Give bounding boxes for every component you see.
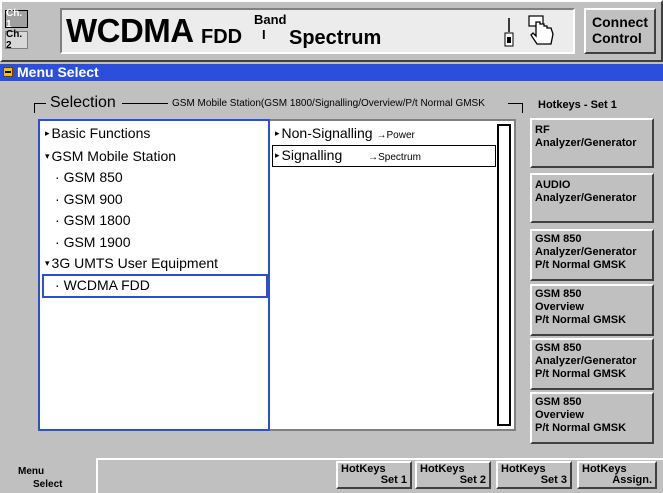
arrow-right-icon: → — [376, 130, 387, 141]
tree-item-label: GSM 1800 — [63, 212, 131, 228]
expanded-arrow-icon: ▾ — [45, 151, 50, 161]
hotkey-rf-analyzer-generator[interactable]: RF Analyzer/Generator — [530, 118, 654, 168]
hotkey-gsm850-overview[interactable]: GSM 850 Overview P/t Normal GMSK — [530, 284, 654, 336]
hotkey-audio-analyzer-generator[interactable]: AUDIO Analyzer/Generator — [530, 173, 654, 223]
hotkey-gsm850-analyzer-generator[interactable]: GSM 850 Analyzer/Generator P/t Normal GM… — [530, 229, 654, 281]
tree-item-basic-functions[interactable]: ▸ Basic Functions — [45, 125, 150, 141]
standard-title: WCDMA — [66, 12, 194, 49]
list-item-target: Spectrum — [378, 152, 421, 163]
tree-item-label: GSM 900 — [63, 191, 123, 207]
hotkeys-set-1-button[interactable]: HotKeys Set 1 — [336, 461, 412, 489]
selection-path: GSM Mobile Station(GSM 1800/Signalling/O… — [172, 98, 485, 109]
hotkey-gsm850-analyzer-generator-2[interactable]: GSM 850 Analyzer/Generator P/t Normal GM… — [530, 338, 654, 390]
hotkeys-assign-button[interactable]: HotKeys Assign. — [577, 461, 657, 489]
hotkey-line3: P/t Normal GMSK — [535, 314, 627, 326]
list-item-label: Signalling — [281, 147, 343, 163]
tree-item-label: GSM 1900 — [63, 234, 131, 250]
list-item-non-signalling[interactable]: ▸ Non-Signalling →Power — [275, 125, 415, 141]
list-item-label: Non-Signalling — [281, 125, 373, 141]
connect-control-line1: Connect — [592, 14, 648, 30]
menu-select-softkey-line2: Select — [33, 479, 63, 490]
hotkey-line3: P/t Normal GMSK — [535, 368, 627, 380]
tree-item-gsm-850[interactable]: · GSM 850 — [55, 169, 123, 185]
channel-1-button[interactable]: Ch. 1 — [5, 8, 28, 30]
standard-subtitle: FDD — [201, 26, 243, 48]
collapsed-arrow-icon: ▸ — [275, 150, 280, 160]
tree-item-label: 3G UMTS User Equipment — [51, 255, 219, 271]
tree-item-gsm-1900[interactable]: · GSM 1900 — [55, 234, 131, 250]
bullet-icon: · — [55, 277, 60, 293]
hotkey-line2: Analyzer/Generator — [535, 355, 637, 367]
connect-control-line2: Control — [592, 30, 642, 46]
measurement-mode: Spectrum — [289, 27, 382, 49]
collapsed-arrow-icon: ▸ — [45, 128, 50, 138]
arrow-right-icon: → — [368, 152, 379, 163]
bullet-icon: · — [55, 234, 60, 250]
hotkey-gsm850-overview-2[interactable]: GSM 850 Overview P/t Normal GMSK — [530, 392, 654, 444]
hotkey-line1: RF — [535, 124, 550, 136]
frame-line — [522, 103, 523, 113]
hotkey-line1: GSM 850 — [535, 233, 582, 245]
antenna-status-icon — [504, 18, 514, 47]
expanded-arrow-icon: ▾ — [45, 258, 50, 268]
softkey-line2: Assign. — [612, 474, 652, 486]
collapsed-arrow-icon: ▸ — [275, 128, 280, 138]
menu-select-softkey-line1: Menu — [18, 466, 45, 477]
tree-item-label: GSM 850 — [63, 169, 123, 185]
hotkey-line3: P/t Normal GMSK — [535, 259, 627, 271]
bullet-icon: · — [55, 212, 60, 228]
list-item-signalling[interactable]: ▸ Signalling →Spectrum — [275, 147, 421, 163]
tree-item-gsm-900[interactable]: · GSM 900 — [55, 191, 123, 207]
hotkey-line1: AUDIO — [535, 179, 571, 191]
tree-item-label: WCDMA FDD — [63, 277, 150, 293]
menu-select-label: Menu Select — [17, 64, 99, 80]
hotkey-line2: Analyzer/Generator — [535, 246, 637, 258]
softkey-line2: Set 1 — [380, 474, 407, 486]
scrollbar[interactable] — [497, 124, 511, 426]
softkey-line2: Set 3 — [540, 474, 567, 486]
softkey-line2: Set 2 — [459, 474, 486, 486]
hotkey-line3: P/t Normal GMSK — [535, 422, 627, 434]
list-item-target: Power — [386, 130, 415, 141]
frame-line — [34, 103, 35, 113]
tree-item-label: GSM Mobile Station — [51, 148, 177, 164]
hotkey-line2: Analyzer/Generator — [535, 192, 637, 204]
hand-pointer-icon — [528, 15, 554, 45]
hotkey-line1: GSM 850 — [535, 396, 582, 408]
tree-item-gsm-mobile-station[interactable]: ▾ GSM Mobile Station — [45, 148, 176, 164]
tree-item-gsm-1800[interactable]: · GSM 1800 — [55, 212, 131, 228]
selection-title: Selection — [48, 94, 118, 112]
title-display: WCDMA FDD Band I Spectrum — [60, 8, 575, 54]
bullet-icon: · — [55, 191, 60, 207]
frame-line — [122, 103, 168, 104]
hotkey-line2: Analyzer/Generator — [535, 137, 637, 149]
hotkey-line2: Overview — [535, 301, 584, 313]
tree-item-3g-umts-user-equipment[interactable]: ▾ 3G UMTS User Equipment — [45, 255, 218, 271]
hotkeys-set-3-button[interactable]: HotKeys Set 3 — [496, 461, 572, 489]
channel-2-button[interactable]: Ch. 2 — [5, 29, 28, 51]
band-value: I — [262, 27, 266, 42]
bullet-icon: · — [55, 169, 60, 185]
band-label: Band — [254, 12, 287, 27]
hotkey-line1: GSM 850 — [535, 288, 582, 300]
hotkeys-set-title: Hotkeys - Set 1 — [538, 99, 617, 111]
hotkey-line2: Overview — [535, 409, 584, 421]
menu-minimize-icon[interactable] — [3, 67, 13, 77]
hotkey-line1: GSM 850 — [535, 342, 582, 354]
hotkeys-set-2-button[interactable]: HotKeys Set 2 — [415, 461, 491, 489]
frame-line — [508, 103, 522, 104]
menu-select-bar: Menu Select — [0, 64, 663, 81]
tree-item-wcdma-fdd[interactable]: · WCDMA FDD — [55, 277, 150, 293]
connect-control-button[interactable]: Connect Control — [584, 8, 656, 54]
tree-item-label: Basic Functions — [51, 125, 151, 141]
frame-line — [34, 103, 46, 104]
